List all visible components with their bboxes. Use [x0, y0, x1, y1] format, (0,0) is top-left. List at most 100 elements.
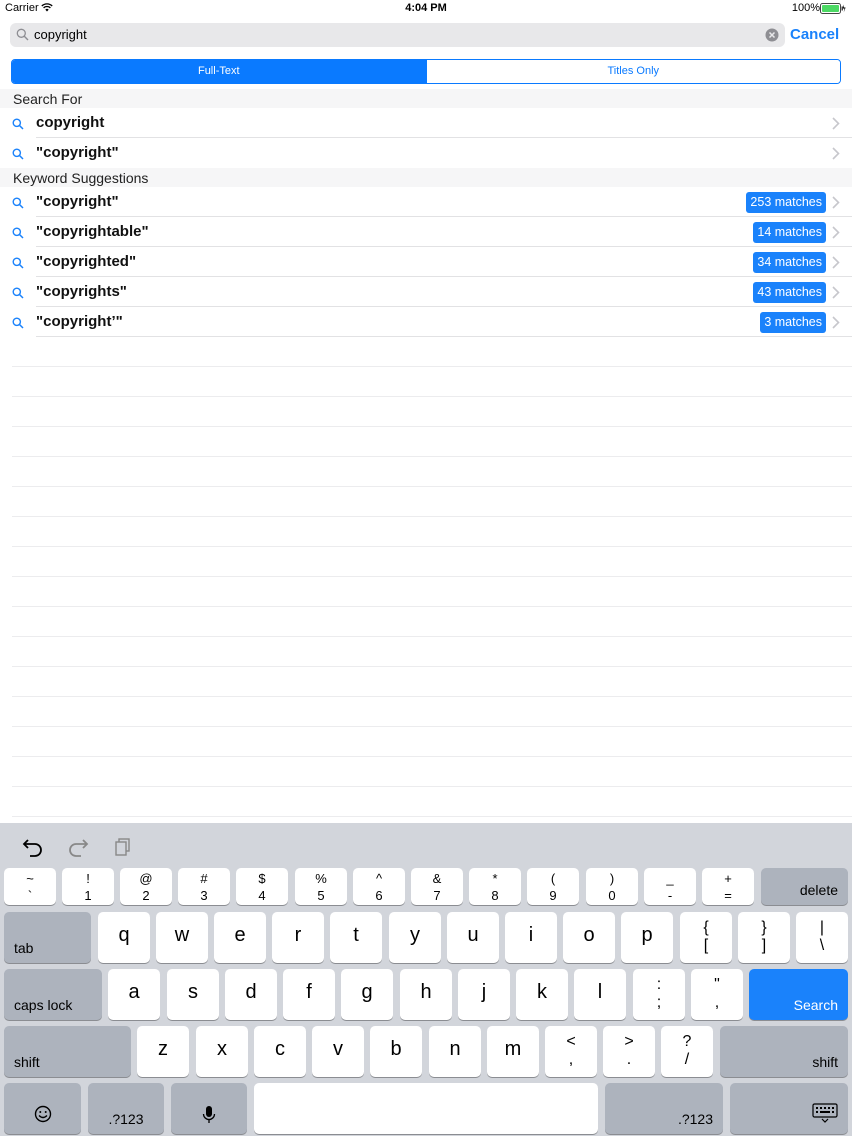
numbers-key-left[interactable]: .?123: [88, 1083, 164, 1134]
key-5[interactable]: % 5: [295, 868, 347, 905]
key-top-char: |: [819, 919, 825, 936]
row-label: "copyright’": [36, 313, 123, 330]
key-top-char: (: [550, 871, 556, 886]
key-slash[interactable]: ? /: [661, 1026, 713, 1077]
key-equals[interactable]: + =: [702, 868, 754, 905]
key-char: f: [306, 981, 312, 1003]
paste-icon[interactable]: [113, 837, 133, 862]
key-m[interactable]: m: [487, 1026, 539, 1077]
key-z[interactable]: z: [137, 1026, 189, 1077]
key-comma[interactable]: <,: [545, 1026, 597, 1077]
key-r[interactable]: r: [272, 912, 324, 963]
key-w[interactable]: w: [156, 912, 208, 963]
clear-icon[interactable]: [765, 28, 779, 47]
search-for-row[interactable]: copyright: [0, 108, 852, 138]
key-d[interactable]: d: [225, 969, 277, 1020]
key-9[interactable]: (9: [527, 868, 579, 905]
caps-lock-key[interactable]: caps lock: [4, 969, 102, 1020]
key-char: w: [174, 924, 190, 946]
key-3[interactable]: #3: [178, 868, 230, 905]
shift-right-key[interactable]: shift: [720, 1026, 848, 1077]
empty-row-separator: [12, 546, 852, 547]
key-backslash[interactable]: | \: [796, 912, 848, 963]
numbers-key-right[interactable]: .?123: [605, 1083, 723, 1134]
key-semicolon[interactable]: :;: [633, 969, 685, 1020]
key-l[interactable]: l: [574, 969, 626, 1020]
key-char: l: [597, 981, 603, 1003]
keyword-suggestion-row[interactable]: "copyright" 253 matches: [0, 187, 852, 217]
keyboard-dismiss-icon: [812, 1103, 838, 1128]
row-label: "copyrightable": [36, 223, 149, 240]
chevron-right-icon: [832, 316, 840, 334]
key-1[interactable]: ! 1: [62, 868, 114, 905]
key-char: b: [390, 1038, 402, 1060]
key-c[interactable]: c: [254, 1026, 306, 1077]
key-o[interactable]: o: [563, 912, 615, 963]
keyword-suggestion-row[interactable]: "copyrights" 43 matches: [0, 277, 852, 307]
key-s[interactable]: s: [167, 969, 219, 1020]
key-y[interactable]: y: [389, 912, 441, 963]
key-quote[interactable]: ",: [691, 969, 743, 1020]
match-count-badge: 43 matches: [753, 282, 826, 303]
key-right-bracket[interactable]: }]: [738, 912, 790, 963]
key-4[interactable]: $4: [236, 868, 288, 905]
segment-full-text[interactable]: Full-Text: [12, 60, 426, 83]
key-q[interactable]: q: [98, 912, 150, 963]
delete-key[interactable]: delete: [761, 868, 848, 905]
key-label: shift: [14, 1054, 40, 1070]
chevron-right-icon: [832, 256, 840, 274]
key-f[interactable]: f: [283, 969, 335, 1020]
key-left-bracket[interactable]: {[: [680, 912, 732, 963]
key-8[interactable]: * 8: [469, 868, 521, 905]
key-bottom-char: =: [724, 888, 732, 903]
undo-icon[interactable]: [22, 837, 44, 862]
empty-row-separator: [12, 756, 852, 757]
emoji-key[interactable]: [4, 1083, 81, 1134]
keyword-suggestion-row[interactable]: "copyrightable" 14 matches: [0, 217, 852, 247]
key-h[interactable]: h: [400, 969, 452, 1020]
space-key[interactable]: [254, 1083, 598, 1134]
key-period[interactable]: >.: [603, 1026, 655, 1077]
empty-row-separator: [12, 606, 852, 607]
key-g[interactable]: g: [341, 969, 393, 1020]
key-6[interactable]: ^ 6: [353, 868, 405, 905]
redo-icon[interactable]: [67, 837, 89, 862]
dismiss-keyboard-key[interactable]: [730, 1083, 848, 1134]
key-b[interactable]: b: [370, 1026, 422, 1077]
key-top-char: !: [86, 871, 90, 886]
key-e[interactable]: e: [214, 912, 266, 963]
key-x[interactable]: x: [196, 1026, 248, 1077]
search-key[interactable]: Search: [749, 969, 848, 1020]
segment-titles-only[interactable]: Titles Only: [425, 60, 840, 83]
dictation-key[interactable]: [171, 1083, 247, 1134]
key-t[interactable]: t: [330, 912, 382, 963]
tab-key[interactable]: tab: [4, 912, 91, 963]
emoji-icon: [4, 1105, 81, 1123]
cancel-button[interactable]: Cancel: [790, 26, 839, 43]
key-n[interactable]: n: [429, 1026, 481, 1077]
search-input[interactable]: [34, 23, 734, 47]
key-minus[interactable]: _ -: [644, 868, 696, 905]
key-u[interactable]: u: [447, 912, 499, 963]
keyword-suggestion-row[interactable]: "copyright’" 3 matches: [0, 307, 852, 337]
key-k[interactable]: k: [516, 969, 568, 1020]
empty-row-separator: [12, 666, 852, 667]
key-bottom-char: \: [819, 937, 825, 954]
key-j[interactable]: j: [458, 969, 510, 1020]
key-0[interactable]: ) 0: [586, 868, 638, 905]
key-p[interactable]: p: [621, 912, 673, 963]
search-for-row[interactable]: "copyright": [0, 138, 852, 168]
key-i[interactable]: i: [505, 912, 557, 963]
key-7[interactable]: & 7: [411, 868, 463, 905]
key-v[interactable]: v: [312, 1026, 364, 1077]
search-bar[interactable]: [10, 23, 785, 47]
search-icon: [12, 147, 24, 165]
key-top-char: <: [566, 1033, 576, 1050]
key-2[interactable]: @2: [120, 868, 172, 905]
shift-left-key[interactable]: shift: [4, 1026, 131, 1077]
key-backtick[interactable]: ~ `: [4, 868, 56, 905]
empty-row-separator: [12, 456, 852, 457]
key-a[interactable]: a: [108, 969, 160, 1020]
key-bottom-char: `: [27, 888, 33, 903]
keyword-suggestion-row[interactable]: "copyrighted" 34 matches: [0, 247, 852, 277]
